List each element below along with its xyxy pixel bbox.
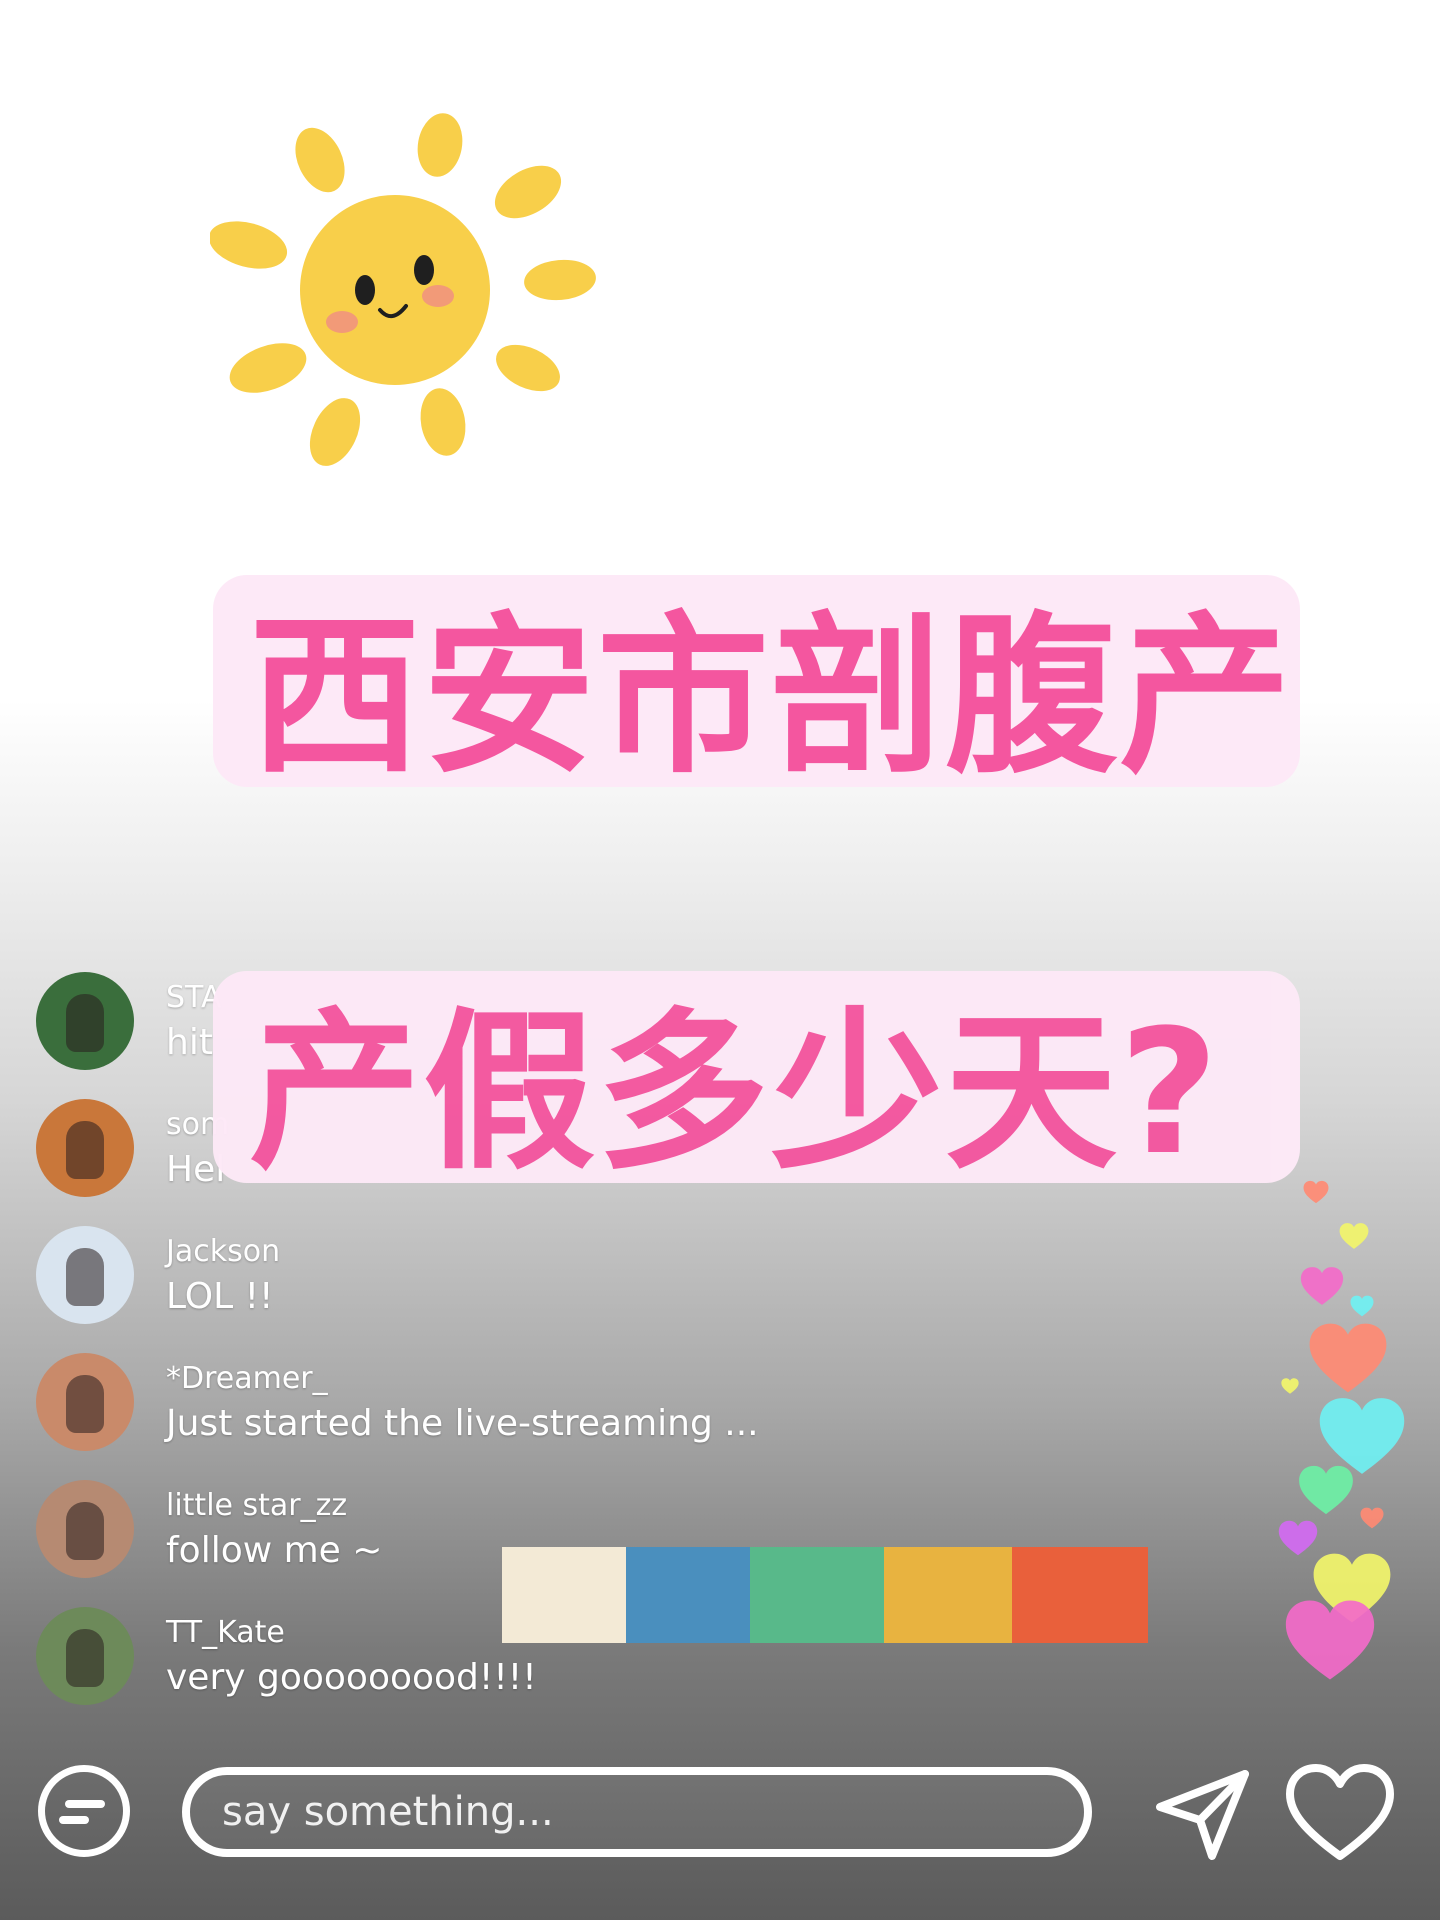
avatar[interactable] — [36, 1480, 134, 1578]
headline-line-1: 西安市剖腹产 — [213, 575, 1300, 797]
bottom-action-bar — [0, 1750, 1440, 1880]
floating-heart-icon — [1309, 1323, 1387, 1393]
heart-outline-icon[interactable] — [1284, 1764, 1396, 1864]
chat-bubble-icon[interactable] — [38, 1765, 130, 1857]
send-arrow-icon[interactable] — [1150, 1762, 1254, 1866]
avatar[interactable] — [36, 1226, 134, 1324]
comment-message: LOL !! — [166, 1276, 274, 1317]
floating-hearts — [1278, 1180, 1405, 1680]
avatar[interactable] — [36, 1099, 134, 1197]
floating-heart-icon — [1360, 1507, 1384, 1529]
sun-illustration — [210, 113, 596, 466]
floating-heart-icon — [1300, 1267, 1344, 1305]
floating-heart-icon — [1281, 1378, 1299, 1394]
comment-username: Jackson — [166, 1234, 281, 1269]
color-swatch-strip — [502, 1547, 1148, 1643]
floating-heart-icon — [1285, 1600, 1375, 1680]
floating-heart-icon — [1319, 1398, 1405, 1474]
floating-heart-icon — [1299, 1465, 1353, 1515]
avatar[interactable] — [36, 1353, 134, 1451]
comment-message: very gooooooood!!!! — [166, 1657, 537, 1698]
list-item: Jackson LOL !! — [36, 1226, 936, 1336]
comment-message: follow me ~ — [166, 1530, 383, 1571]
color-swatch — [626, 1547, 750, 1643]
color-swatch — [502, 1547, 626, 1643]
color-swatch — [1012, 1547, 1148, 1643]
avatar[interactable] — [36, 972, 134, 1070]
list-item: *Dreamer_ Just started the live-streamin… — [36, 1353, 936, 1463]
comment-input[interactable] — [182, 1767, 1092, 1857]
floating-heart-icon — [1350, 1295, 1374, 1317]
color-swatch — [750, 1547, 884, 1643]
comment-username: little star_zz — [166, 1488, 348, 1523]
floating-heart-icon — [1303, 1180, 1329, 1204]
comment-message: Just started the live-streaming ... — [166, 1403, 759, 1444]
floating-heart-icon — [1278, 1520, 1318, 1556]
headline-line-2: 产假多少天? — [213, 971, 1300, 1193]
comment-username: TT_Kate — [166, 1615, 285, 1650]
floating-heart-icon — [1339, 1223, 1369, 1249]
comment-message: hit — [166, 1022, 213, 1063]
avatar[interactable] — [36, 1607, 134, 1705]
comment-username: *Dreamer_ — [166, 1361, 328, 1396]
color-swatch — [884, 1547, 1012, 1643]
